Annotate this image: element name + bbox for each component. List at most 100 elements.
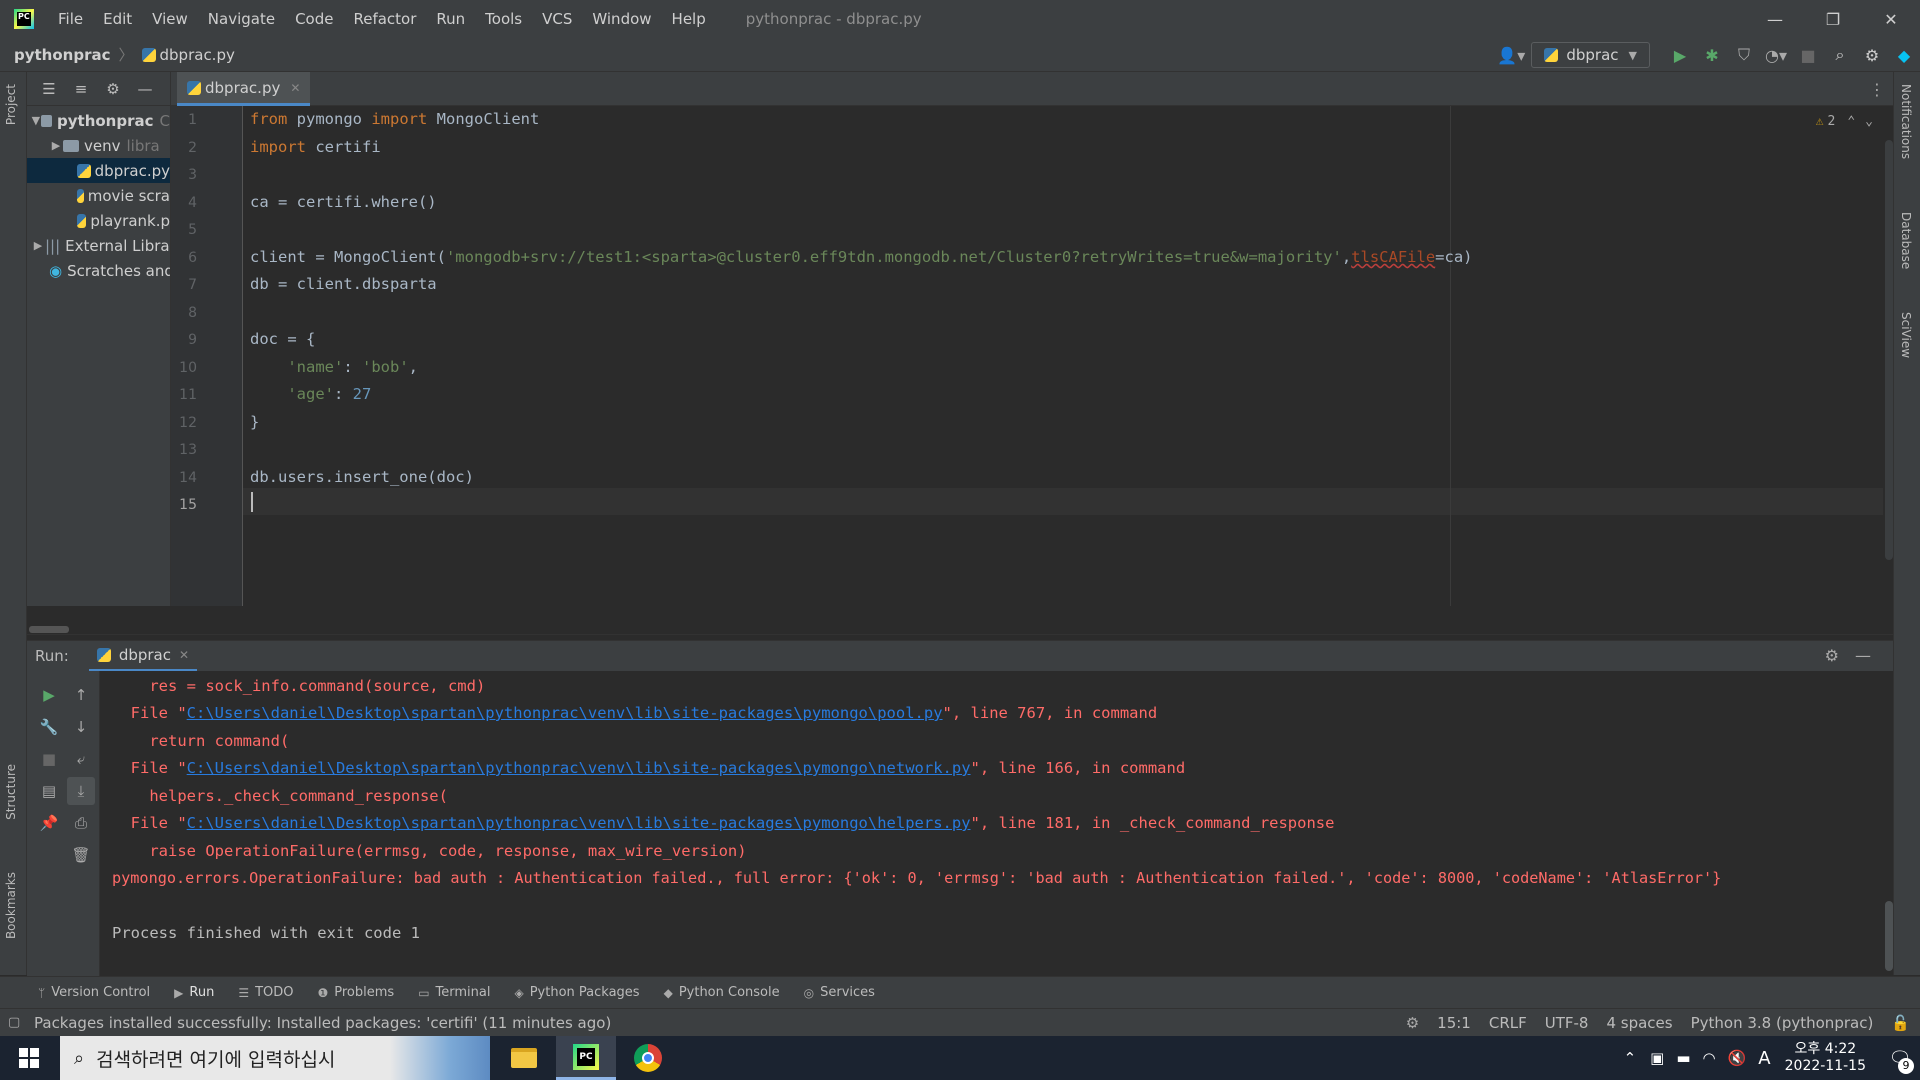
hide-panel-icon[interactable]: — [129,80,161,98]
database-tool-tab[interactable]: Database [1899,212,1913,269]
taskbar-pycharm[interactable]: PC [556,1036,616,1080]
project-tool-tab[interactable]: Project [4,84,18,125]
horizontal-scrollbar[interactable] [29,626,69,633]
speaker-muted-icon[interactable]: 🔇 [1728,1049,1747,1067]
scroll-up-button[interactable]: ↑ [67,681,95,709]
git-icon[interactable]: ⚙ [1406,1014,1419,1032]
close-tab-icon[interactable]: ✕ [290,81,300,95]
expand-all-icon[interactable]: ☰ [33,80,65,98]
taskbar-search-box[interactable]: ⌕ 검색하려면 여기에 입력하십시 [60,1036,490,1080]
clock[interactable]: 오후 4:22 2022-11-15 [1785,1041,1866,1075]
profile-button[interactable]: ◔▾ [1760,38,1792,72]
run-configuration-select[interactable]: dbprac ▼ [1531,42,1650,68]
menu-window[interactable]: Window [582,10,661,28]
menu-edit[interactable]: Edit [93,10,142,28]
taskbar-chrome[interactable] [618,1036,678,1080]
collapse-all-icon[interactable]: ≡ [65,80,97,98]
editor-tab-dbprac[interactable]: dbprac.py ✕ [177,72,311,106]
debug-button[interactable]: ✱ [1696,38,1728,72]
stop-button[interactable]: ■ [35,745,63,773]
notification-center-button[interactable]: 🗨 9 [1880,1036,1920,1080]
toolwindow-python-console[interactable]: ◆ Python Console [664,985,780,1000]
breadcrumb-file[interactable]: dbprac.py [160,46,235,64]
wifi-icon[interactable]: ◠ [1703,1049,1716,1067]
stop-button[interactable]: ■ [1792,38,1824,72]
chevron-up-icon[interactable]: ⌃ [1847,114,1855,129]
tree-item-file[interactable]: dbprac.py [27,158,170,183]
structure-tool-tab[interactable]: Structure [4,764,18,820]
console-output[interactable]: res = sock_info.command(source, cmd) Fil… [100,671,1893,976]
settings-button[interactable]: ⚙ [1856,38,1888,72]
toolwindow-terminal[interactable]: ▭ Terminal [418,985,490,1000]
status-message[interactable]: Packages installed successfully: Install… [34,1014,611,1032]
editor-scrollbar[interactable] [1885,140,1893,560]
sciview-tool-tab[interactable]: SciView [1899,312,1913,358]
coverage-button[interactable]: ⛉ [1728,38,1760,72]
toolwindow-run[interactable]: ▶ Run [174,985,214,1000]
network-status-icon[interactable]: ▣ [1650,1049,1664,1067]
taskbar-file-explorer[interactable] [494,1036,554,1080]
tree-item-venv[interactable]: ▶ venv libra [27,133,170,158]
ime-indicator[interactable]: A [1758,1048,1770,1069]
soft-wrap-button[interactable]: ⤶ [67,745,95,773]
scroll-down-button[interactable]: ↓ [67,713,95,741]
menu-run[interactable]: Run [426,10,475,28]
file-encoding[interactable]: UTF-8 [1545,1014,1589,1032]
menu-vcs[interactable]: VCS [532,10,582,28]
toolwindow-problems[interactable]: ❶ Problems [318,985,395,1000]
chevron-up-icon[interactable]: ⌃ [1624,1049,1637,1067]
file-link[interactable]: C:\Users\daniel\Desktop\spartan\pythonpr… [187,759,971,777]
hide-panel-icon[interactable]: — [1855,646,1871,665]
bookmarks-tool-tab[interactable]: Bookmarks [4,872,18,939]
gear-icon[interactable]: ⚙ [1825,646,1839,665]
start-button[interactable] [0,1036,58,1080]
tree-item-scratches[interactable]: ◉ Scratches and [27,258,170,283]
tree-item-file[interactable]: playrank.p [27,208,170,233]
close-window-button[interactable]: ✕ [1862,0,1920,38]
toolwindow-version-control[interactable]: ᛘ Version Control [38,985,150,1000]
restore-button[interactable]: ❐ [1804,0,1862,38]
tree-item-root[interactable]: ▼ pythonprac C [27,108,170,133]
menu-view[interactable]: View [142,10,198,28]
menu-navigate[interactable]: Navigate [198,10,285,28]
battery-icon[interactable]: ▬ [1676,1049,1690,1067]
tree-item-external-libraries[interactable]: ▶ ||| External Libra [27,233,170,258]
menu-code[interactable]: Code [285,10,343,28]
menu-refactor[interactable]: Refactor [343,10,426,28]
tree-item-file[interactable]: movie scra [27,183,170,208]
scroll-to-end-button[interactable]: ⤓ [67,777,95,805]
menu-help[interactable]: Help [662,10,716,28]
toolwindow-services[interactable]: ◎ Services [804,985,875,1000]
python-interpreter[interactable]: Python 3.8 (pythonprac) [1691,1014,1874,1032]
run-button[interactable]: ▶ [1664,38,1696,72]
notifications-tool-tab[interactable]: Notifications [1899,84,1913,159]
minimize-button[interactable]: — [1746,0,1804,38]
code-editor[interactable]: ⚠ 2 ⌃ ⌄ from pymongo import MongoClient … [243,106,1893,606]
file-link[interactable]: C:\Users\daniel\Desktop\spartan\pythonpr… [187,704,943,722]
run-tab-dbprac[interactable]: dbprac ✕ [88,641,198,672]
gear-icon[interactable]: ⚙ [97,80,129,98]
inspection-widget[interactable]: ⚠ 2 ⌃ ⌄ [1816,114,1873,129]
edit-configuration-button[interactable]: 🔧 [35,713,63,741]
more-options-icon[interactable]: ⋮ [1869,80,1885,99]
search-everywhere-button[interactable]: ⌕ [1824,38,1856,72]
jetbrains-toolbox-button[interactable]: ◆ [1888,38,1920,72]
toolwindow-python-packages[interactable]: ◈ Python Packages [514,985,639,1000]
print-button[interactable]: ⎙ [67,809,95,837]
lock-icon[interactable]: 🔓 [1891,1014,1910,1032]
account-button[interactable]: 👤▾ [1491,38,1531,72]
status-panel-icon[interactable]: ▢ [8,1015,20,1030]
chevron-down-icon[interactable]: ⌄ [1865,114,1873,129]
caret-position[interactable]: 15:1 [1437,1014,1471,1032]
toolwindow-todo[interactable]: ☰ TODO [238,985,293,1000]
menu-tools[interactable]: Tools [475,10,532,28]
indent-setting[interactable]: 4 spaces [1606,1014,1672,1032]
clear-console-button[interactable]: 🗑 [67,841,95,869]
console-scrollbar[interactable] [1885,901,1893,971]
file-link[interactable]: C:\Users\daniel\Desktop\spartan\pythonpr… [187,814,971,832]
menu-file[interactable]: File [48,10,93,28]
pin-tab-button[interactable]: 📌 [35,809,63,837]
rerun-button[interactable]: ▶ [35,681,63,709]
breadcrumb-project[interactable]: pythonprac [14,46,111,64]
close-tab-icon[interactable]: ✕ [179,648,189,662]
